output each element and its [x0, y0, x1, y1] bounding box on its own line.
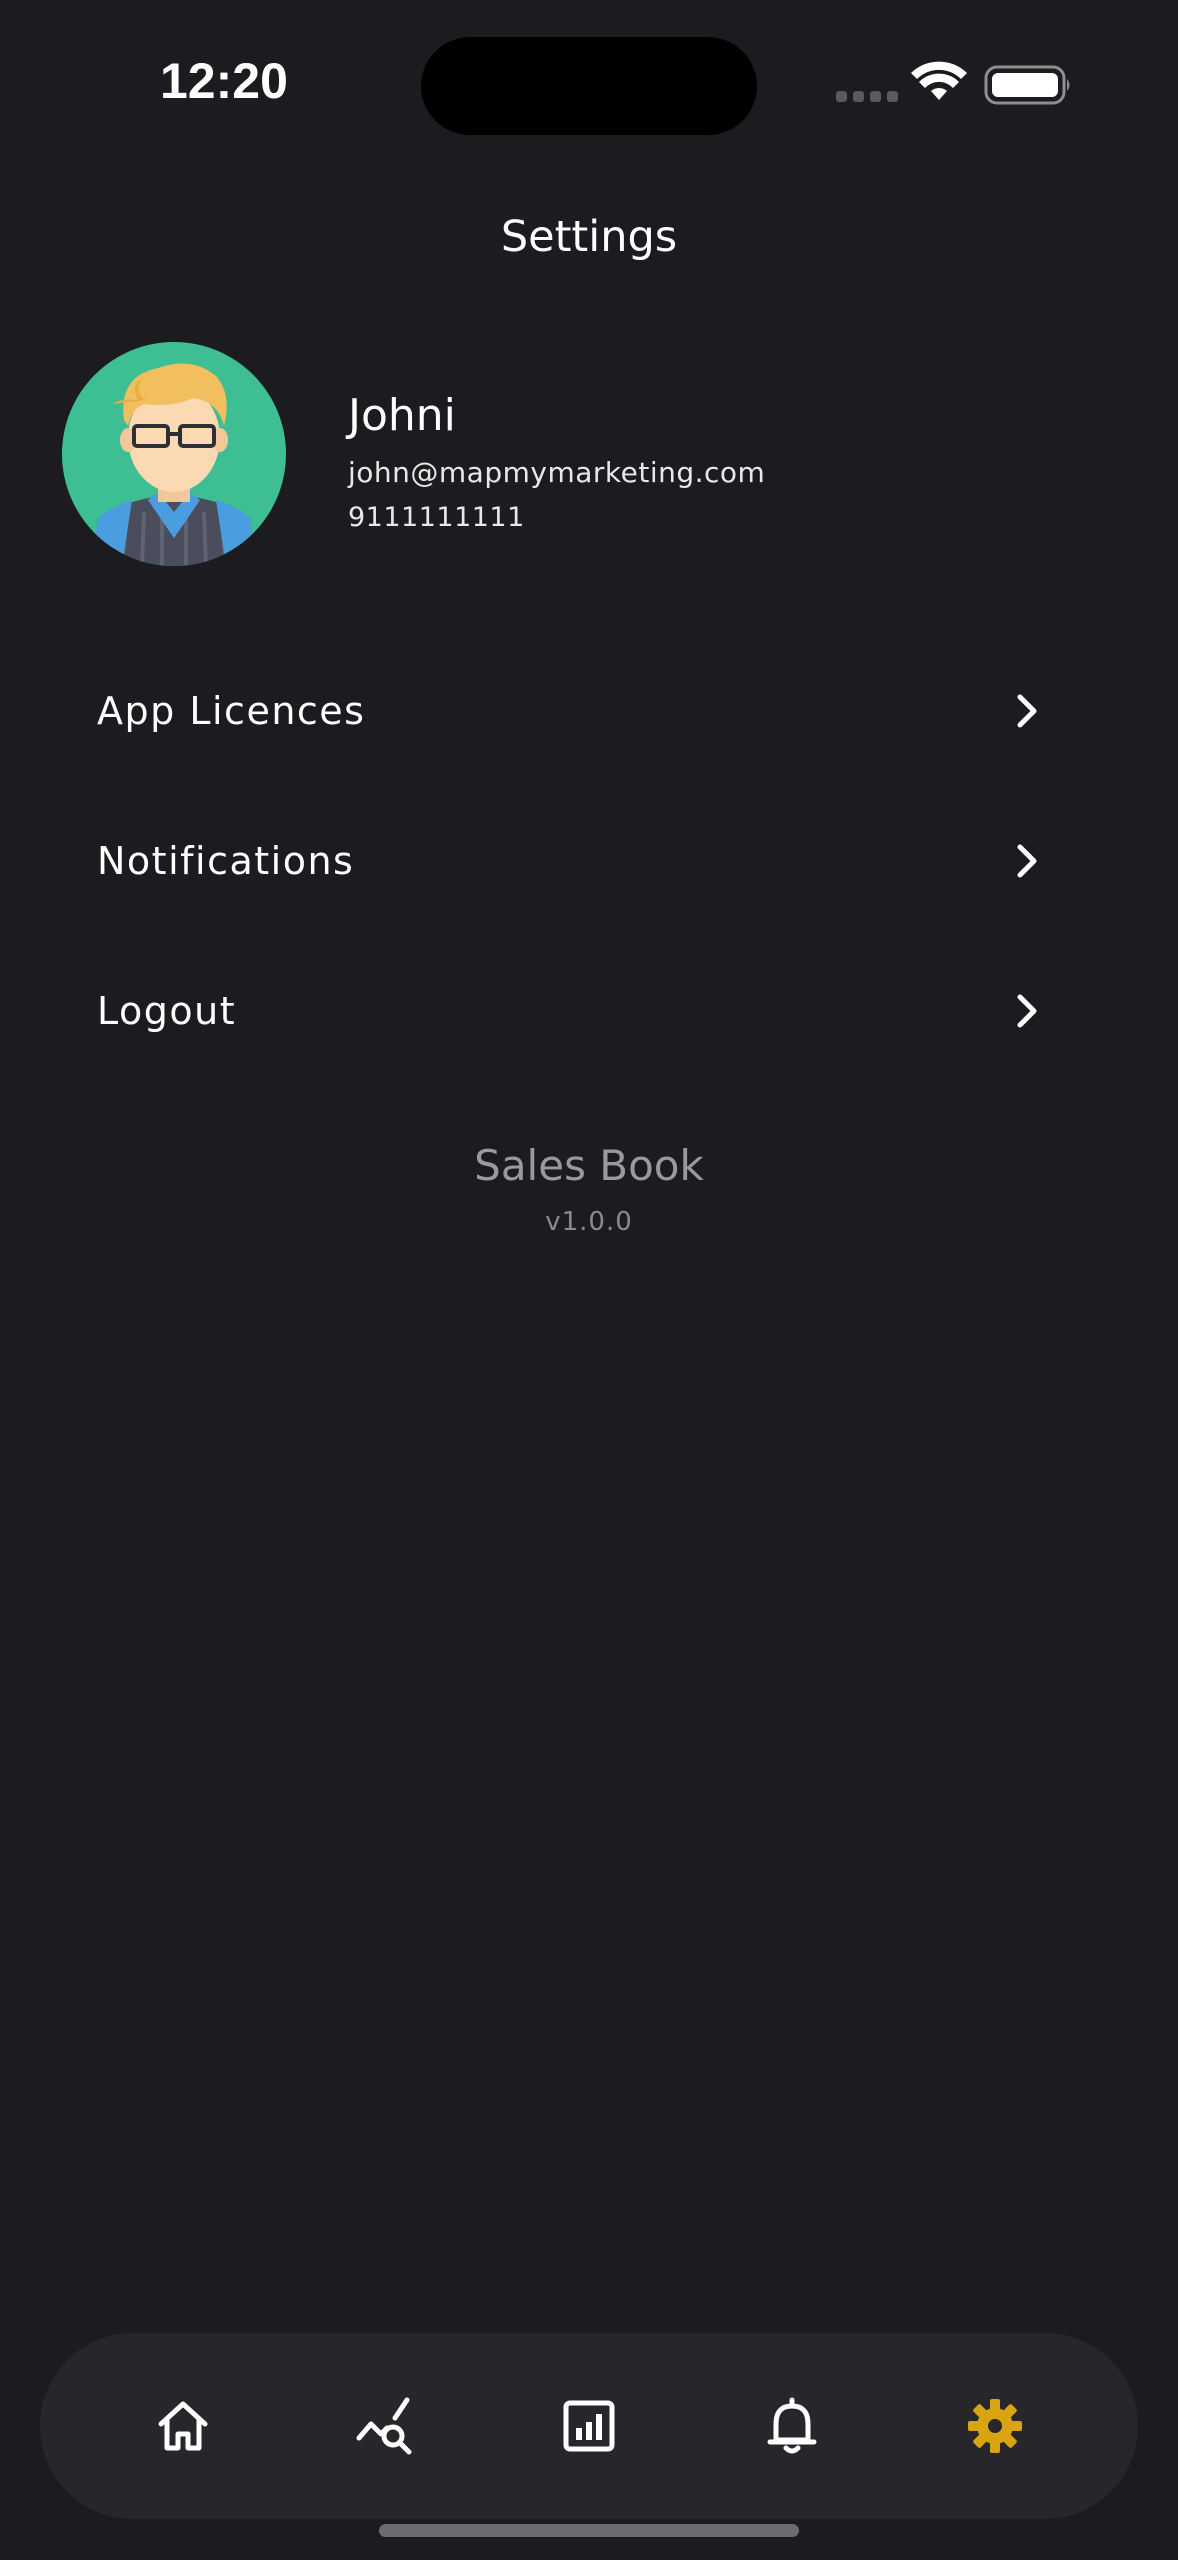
home-icon: [158, 2401, 208, 2451]
page-title: Settings: [500, 212, 678, 262]
profile-email: john@mapmymarketing.com: [348, 456, 766, 489]
profile-phone: 9111111111: [348, 502, 525, 533]
nav-reports-button[interactable]: [529, 2333, 649, 2519]
profile-name: Johni: [348, 390, 456, 441]
dynamic-island: [421, 37, 757, 135]
menu-item-app-licences[interactable]: App Licences: [0, 651, 1178, 771]
bottom-nav: [40, 2333, 1138, 2519]
gear-icon: [968, 2399, 1022, 2453]
menu-item-label: App Licences: [97, 689, 366, 733]
chevron-right-icon: [1017, 694, 1037, 728]
app-version: v1.0.0: [545, 1207, 633, 1237]
chevron-right-icon: [1017, 994, 1037, 1028]
chevron-right-icon: [1017, 844, 1037, 878]
menu-item-label: Logout: [97, 989, 237, 1033]
battery-icon: [984, 65, 1070, 105]
menu-item-notifications[interactable]: Notifications: [0, 801, 1178, 921]
wifi-icon: [911, 61, 967, 100]
bell-icon: [767, 2397, 817, 2454]
cellular-signal-icon: [836, 91, 898, 102]
menu-item-label: Notifications: [97, 839, 355, 883]
nav-analytics-button[interactable]: [325, 2333, 445, 2519]
app-name: Sales Book: [474, 1141, 704, 1190]
home-indicator[interactable]: [379, 2524, 799, 2537]
chart-search-icon: [356, 2397, 412, 2455]
nav-notifications-button[interactable]: [732, 2333, 852, 2519]
report-icon: [563, 2400, 615, 2452]
nav-settings-button[interactable]: [935, 2333, 1055, 2519]
nav-home-button[interactable]: [123, 2333, 243, 2519]
status-time: 12:20: [160, 53, 288, 109]
settings-screen: 12:20 Settings Johni john@mapmymarketing…: [0, 0, 1178, 2560]
avatar[interactable]: [62, 342, 286, 566]
menu-item-logout[interactable]: Logout: [0, 951, 1178, 1071]
